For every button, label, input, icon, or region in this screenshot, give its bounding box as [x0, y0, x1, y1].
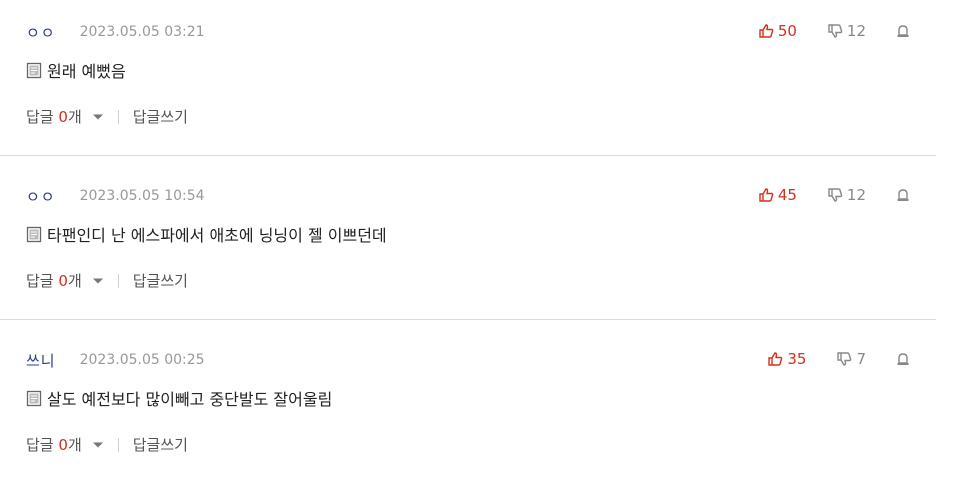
comment-meta: 쓰니 2023.05.05 00:25 — [26, 350, 205, 370]
siren-icon — [897, 189, 909, 201]
comment-text: 살도 예전보다 많이빼고 중단발도 잘어울림 — [47, 390, 333, 409]
write-reply-button[interactable]: 답글쓰기 — [133, 270, 188, 291]
thumbs-down-icon — [828, 188, 843, 202]
write-reply-button[interactable]: 답글쓰기 — [133, 106, 188, 127]
dislike-button[interactable]: 12 — [827, 22, 866, 40]
comment-body: 타팬인디 난 에스파에서 애초에 닝닝이 젤 이쁘던데 — [26, 222, 387, 246]
reply-unit: 개 — [67, 108, 82, 126]
comment-author[interactable]: 쓰니 — [26, 350, 56, 371]
siren-icon — [897, 353, 909, 365]
document-icon — [26, 390, 42, 407]
comment-author[interactable]: ㅇㅇ — [26, 186, 56, 207]
dislike-count: 12 — [846, 186, 866, 204]
divider — [117, 273, 119, 288]
dislike-button[interactable]: 12 — [827, 186, 866, 204]
thumbs-up-icon — [759, 188, 774, 202]
thumbs-up-icon — [759, 24, 774, 38]
reply-toggle[interactable]: 답글 0개 — [26, 434, 82, 455]
reply-label: 답글 — [26, 272, 54, 290]
comment-text: 타팬인디 난 에스파에서 애초에 닝닝이 젤 이쁘던데 — [47, 226, 387, 245]
thumbs-down-icon — [837, 352, 852, 366]
document-icon — [26, 226, 42, 243]
report-button[interactable] — [896, 188, 910, 202]
divider — [117, 109, 119, 124]
comment-item: ㅇㅇ 2023.05.05 03:21 50 12 원래 예뻤음 답글 0개 답… — [0, 0, 960, 164]
like-count: 35 — [787, 350, 807, 368]
comment-author[interactable]: ㅇㅇ — [26, 22, 56, 43]
like-count: 50 — [777, 22, 797, 40]
reply-toggle[interactable]: 답글 0개 — [26, 270, 82, 291]
reply-unit: 개 — [67, 272, 82, 290]
comment-list: ㅇㅇ 2023.05.05 03:21 50 12 원래 예뻤음 답글 0개 답… — [0, 0, 960, 492]
thumbs-down-icon — [828, 24, 843, 38]
comment-item: ㅇㅇ 2023.05.05 10:54 45 12 타팬인디 난 에스파에서 애… — [0, 164, 960, 328]
reply-count: 0 — [58, 108, 68, 126]
comment-date: 2023.05.05 03:21 — [79, 24, 205, 40]
vote-group: 35 7 — [767, 348, 910, 370]
thumbs-up-icon — [768, 352, 783, 366]
comment-meta: ㅇㅇ 2023.05.05 10:54 — [26, 186, 205, 206]
dislike-count: 7 — [856, 350, 866, 368]
document-icon — [26, 62, 42, 79]
caret-down-icon[interactable] — [92, 441, 104, 449]
reply-label: 답글 — [26, 436, 54, 454]
report-button[interactable] — [896, 24, 910, 38]
comment-body: 원래 예뻤음 — [26, 58, 126, 82]
comment-body: 살도 예전보다 많이빼고 중단발도 잘어울림 — [26, 386, 332, 410]
reply-toggle[interactable]: 답글 0개 — [26, 106, 82, 127]
comment-actions: 답글 0개 답글쓰기 — [26, 434, 188, 455]
comment-date: 2023.05.05 00:25 — [79, 352, 205, 368]
divider — [117, 437, 119, 452]
comment-actions: 답글 0개 답글쓰기 — [26, 270, 188, 291]
reply-count: 0 — [58, 436, 68, 454]
vote-group: 50 12 — [758, 20, 910, 42]
like-button[interactable]: 45 — [758, 186, 797, 204]
like-button[interactable]: 50 — [758, 22, 797, 40]
dislike-count: 12 — [846, 22, 866, 40]
comment-date: 2023.05.05 10:54 — [79, 188, 205, 204]
comment-actions: 답글 0개 답글쓰기 — [26, 106, 188, 127]
caret-down-icon[interactable] — [92, 113, 104, 121]
comment-item: 쓰니 2023.05.05 00:25 35 7 살도 예전보다 많이빼고 중단… — [0, 328, 960, 492]
reply-count: 0 — [58, 272, 68, 290]
write-reply-button[interactable]: 답글쓰기 — [133, 434, 188, 455]
dislike-button[interactable]: 7 — [836, 350, 866, 368]
comment-text: 원래 예뻤음 — [47, 62, 126, 81]
like-button[interactable]: 35 — [767, 350, 806, 368]
caret-down-icon[interactable] — [92, 277, 104, 285]
vote-group: 45 12 — [758, 184, 910, 206]
like-count: 45 — [777, 186, 797, 204]
report-button[interactable] — [896, 352, 910, 366]
comment-meta: ㅇㅇ 2023.05.05 03:21 — [26, 22, 205, 42]
siren-icon — [897, 25, 909, 37]
reply-unit: 개 — [67, 436, 82, 454]
reply-label: 답글 — [26, 108, 54, 126]
